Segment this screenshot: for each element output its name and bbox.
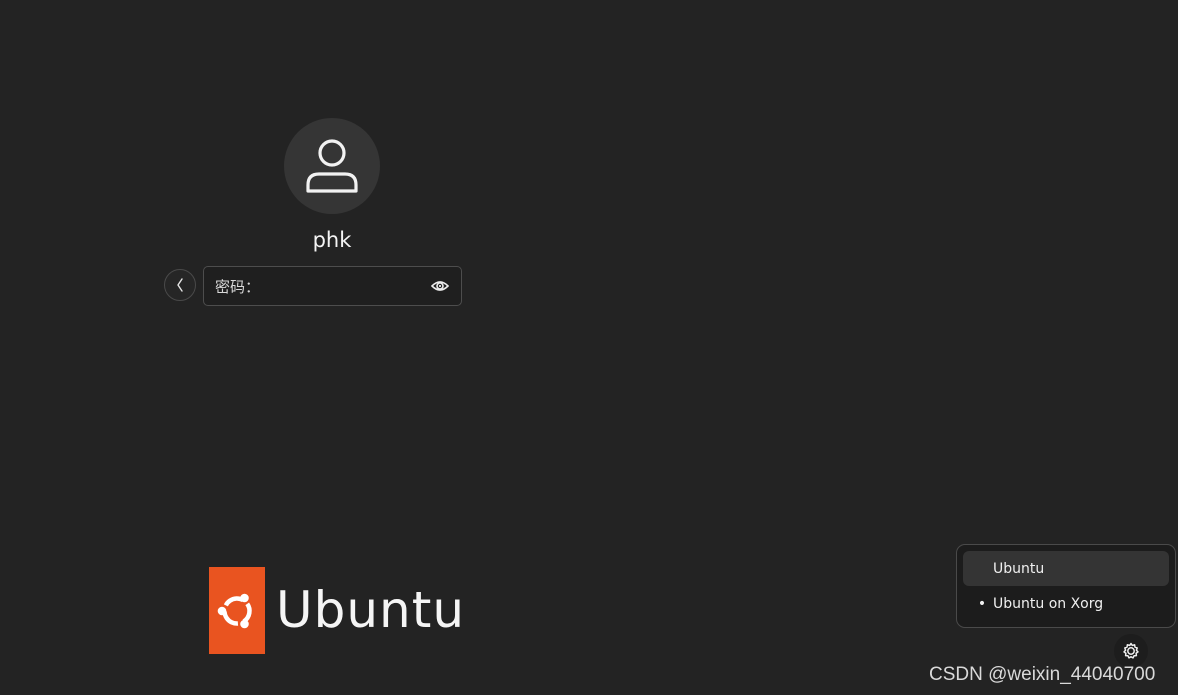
- chevron-left-icon: [177, 278, 183, 292]
- session-item-label: Ubuntu on Xorg: [993, 595, 1104, 612]
- ubuntu-logo: Ubuntu: [209, 567, 465, 654]
- user-avatar[interactable]: [284, 118, 380, 214]
- session-item-label: Ubuntu: [993, 560, 1045, 577]
- login-screen: phk 密码： Ubuntu Ubuntu • Ubuntu on Xorg C…: [0, 0, 1178, 695]
- session-item-ubuntu[interactable]: Ubuntu: [963, 551, 1169, 586]
- session-settings-button[interactable]: [1114, 634, 1148, 668]
- reveal-password-button[interactable]: [428, 274, 452, 298]
- csdn-watermark: CSDN @weixin_44040700: [929, 664, 1156, 685]
- password-field[interactable]: 密码：: [203, 266, 462, 306]
- session-selected-marker: •: [977, 595, 987, 612]
- back-button[interactable]: [164, 269, 196, 301]
- password-input[interactable]: [260, 271, 428, 301]
- user-avatar-icon: [306, 139, 358, 193]
- username-label: phk: [312, 228, 352, 252]
- session-item-ubuntu-on-xorg[interactable]: • Ubuntu on Xorg: [963, 586, 1169, 621]
- ubuntu-wordmark: Ubuntu: [276, 581, 466, 639]
- eye-icon: [431, 281, 449, 291]
- ubuntu-circle-of-friends-icon: [209, 567, 265, 654]
- session-menu: Ubuntu • Ubuntu on Xorg: [956, 544, 1176, 628]
- password-label: 密码：: [215, 277, 261, 296]
- gear-icon: [1123, 642, 1139, 659]
